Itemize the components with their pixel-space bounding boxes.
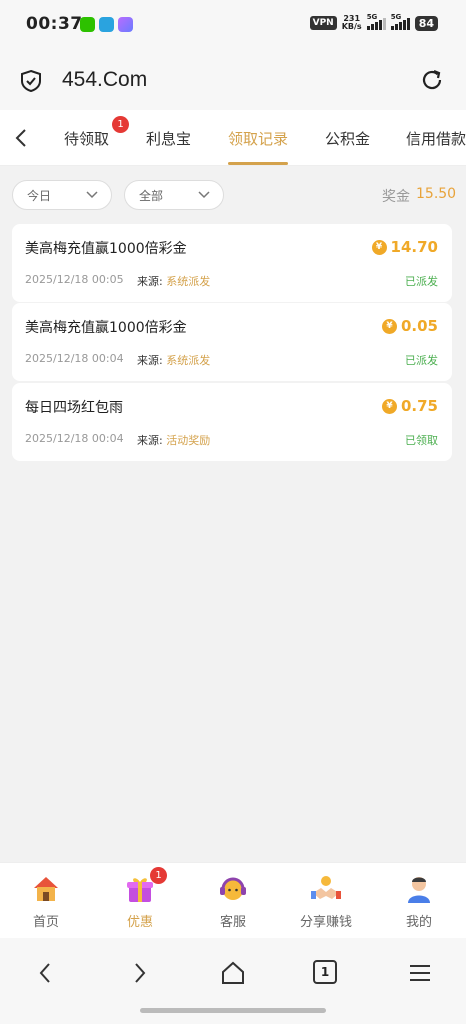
record-source: 来源: 系统派发 [137, 273, 210, 289]
system-nav-bar: 1 [0, 938, 466, 1024]
status-right: VPN 231 KB/s 5G 5G 84 [309, 13, 438, 31]
date-filter-select[interactable]: 今日 [12, 180, 112, 210]
nav-profile[interactable]: 我的 [379, 873, 459, 930]
browser-back-icon[interactable] [33, 960, 59, 986]
nav-home-label: 首页 [32, 915, 59, 930]
nav-promotions-badge: 1 [150, 867, 167, 884]
status-bar: 00:37 VPN 231 KB/s 5G 5G 84 [0, 0, 466, 52]
nav-profile-label: 我的 [405, 915, 432, 930]
amount-value: 0.75 [400, 397, 438, 415]
bonus-label: 奖金 [382, 189, 410, 205]
record-title: 美高梅充值赢1000倍彩金 [25, 320, 187, 336]
sim2-label: 5G [390, 13, 402, 21]
signal-icon-sim1: 5G [366, 13, 386, 30]
record-date: 2025/12/18 00:04 [25, 432, 124, 445]
nav-share-earn[interactable]: 分享赚钱 [286, 873, 366, 930]
source-label: 来源: [137, 354, 163, 367]
bonus-total: 15.50 [416, 186, 457, 202]
tab-pending[interactable]: 待领取 [64, 128, 109, 149]
coin-icon: ¥ [381, 318, 397, 334]
type-filter-select[interactable]: 全部 [124, 180, 224, 210]
coin-icon: ¥ [371, 239, 387, 255]
url-text[interactable]: 454.Com [62, 68, 147, 92]
record-status: 已领取 [405, 434, 438, 447]
back-arrow-icon[interactable] [12, 126, 32, 150]
record-date: 2025/12/18 00:05 [25, 273, 124, 286]
record-source: 来源: 活动奖励 [137, 432, 210, 448]
shield-check-icon[interactable] [20, 69, 42, 93]
tab-pending-badge: 1 [112, 116, 129, 133]
record-card: 美高梅充值赢1000倍彩金 ¥ 14.70 2025/12/18 00:05 来… [12, 224, 452, 302]
record-card: 美高梅充值赢1000倍彩金 ¥ 0.05 2025/12/18 00:04 来源… [12, 303, 452, 381]
source-label: 来源: [137, 434, 163, 447]
network-speed: 231 KB/s [342, 15, 362, 31]
headset-agent-icon [220, 877, 246, 900]
handshake-coin-icon [311, 876, 341, 899]
browser-address-bar: 454.Com [0, 52, 466, 110]
amount-value: 14.70 [390, 238, 438, 256]
nav-share-earn-label: 分享赚钱 [299, 915, 352, 930]
status-time: 00:37 [26, 14, 83, 34]
bottom-nav: 首页 优惠 1 客服 分享赚钱 我的 [0, 862, 466, 938]
record-date: 2025/12/18 00:04 [25, 352, 124, 365]
date-filter-value: 今日 [27, 189, 52, 203]
chevron-down-icon [198, 191, 210, 199]
browser-forward-icon[interactable] [126, 960, 152, 986]
record-status: 已派发 [405, 354, 438, 367]
app-notification-icon [118, 17, 133, 32]
nav-promotions-label: 优惠 [126, 915, 153, 930]
source-value: 系统派发 [166, 275, 211, 288]
amount-value: 0.05 [400, 317, 438, 335]
battery-icon: 84 [414, 15, 438, 31]
nav-customer-service-label: 客服 [219, 915, 246, 930]
tab-switcher-button[interactable]: 1 [313, 960, 339, 986]
user-avatar-icon [408, 877, 430, 903]
tab-bar: 待领取 1 利息宝 领取记录 公积金 信用借款 [0, 110, 466, 166]
browser-home-icon[interactable] [220, 960, 246, 986]
notification-icons [80, 17, 133, 32]
record-amount: ¥ 14.70 [371, 238, 438, 256]
source-value: 系统派发 [166, 354, 211, 367]
chevron-down-icon [86, 191, 98, 199]
tab-claim-records[interactable]: 领取记录 [228, 128, 288, 149]
source-label: 来源: [137, 275, 163, 288]
record-card: 每日四场红包雨 ¥ 0.75 2025/12/18 00:04 来源: 活动奖励… [12, 383, 452, 461]
record-title: 美高梅充值赢1000倍彩金 [25, 241, 187, 257]
telegram-icon [99, 17, 114, 32]
signal-icon-sim2: 5G [390, 13, 410, 30]
tab-provident-fund[interactable]: 公积金 [325, 128, 370, 149]
source-value: 活动奖励 [166, 434, 211, 447]
home-icon [34, 877, 58, 901]
vpn-indicator: VPN [309, 16, 337, 30]
tab-interest[interactable]: 利息宝 [146, 128, 191, 149]
record-amount: ¥ 0.05 [381, 317, 438, 335]
active-tab-indicator [228, 162, 288, 165]
nav-home[interactable]: 首页 [6, 873, 86, 930]
reload-icon[interactable] [420, 68, 444, 92]
nav-promotions[interactable]: 优惠 [100, 873, 180, 930]
sim1-label: 5G [366, 13, 378, 21]
wechat-icon [80, 17, 95, 32]
nav-customer-service[interactable]: 客服 [193, 873, 273, 930]
speed-unit: KB/s [341, 22, 362, 31]
tab-credit-loan[interactable]: 信用借款 [406, 128, 466, 149]
tab-count: 1 [313, 960, 337, 984]
home-indicator[interactable] [140, 1008, 326, 1013]
menu-icon[interactable] [407, 960, 433, 986]
record-amount: ¥ 0.75 [381, 397, 438, 415]
record-title: 每日四场红包雨 [25, 400, 123, 416]
record-source: 来源: 系统派发 [137, 352, 210, 368]
coin-icon: ¥ [381, 398, 397, 414]
type-filter-value: 全部 [139, 189, 164, 203]
record-status: 已派发 [405, 275, 438, 288]
